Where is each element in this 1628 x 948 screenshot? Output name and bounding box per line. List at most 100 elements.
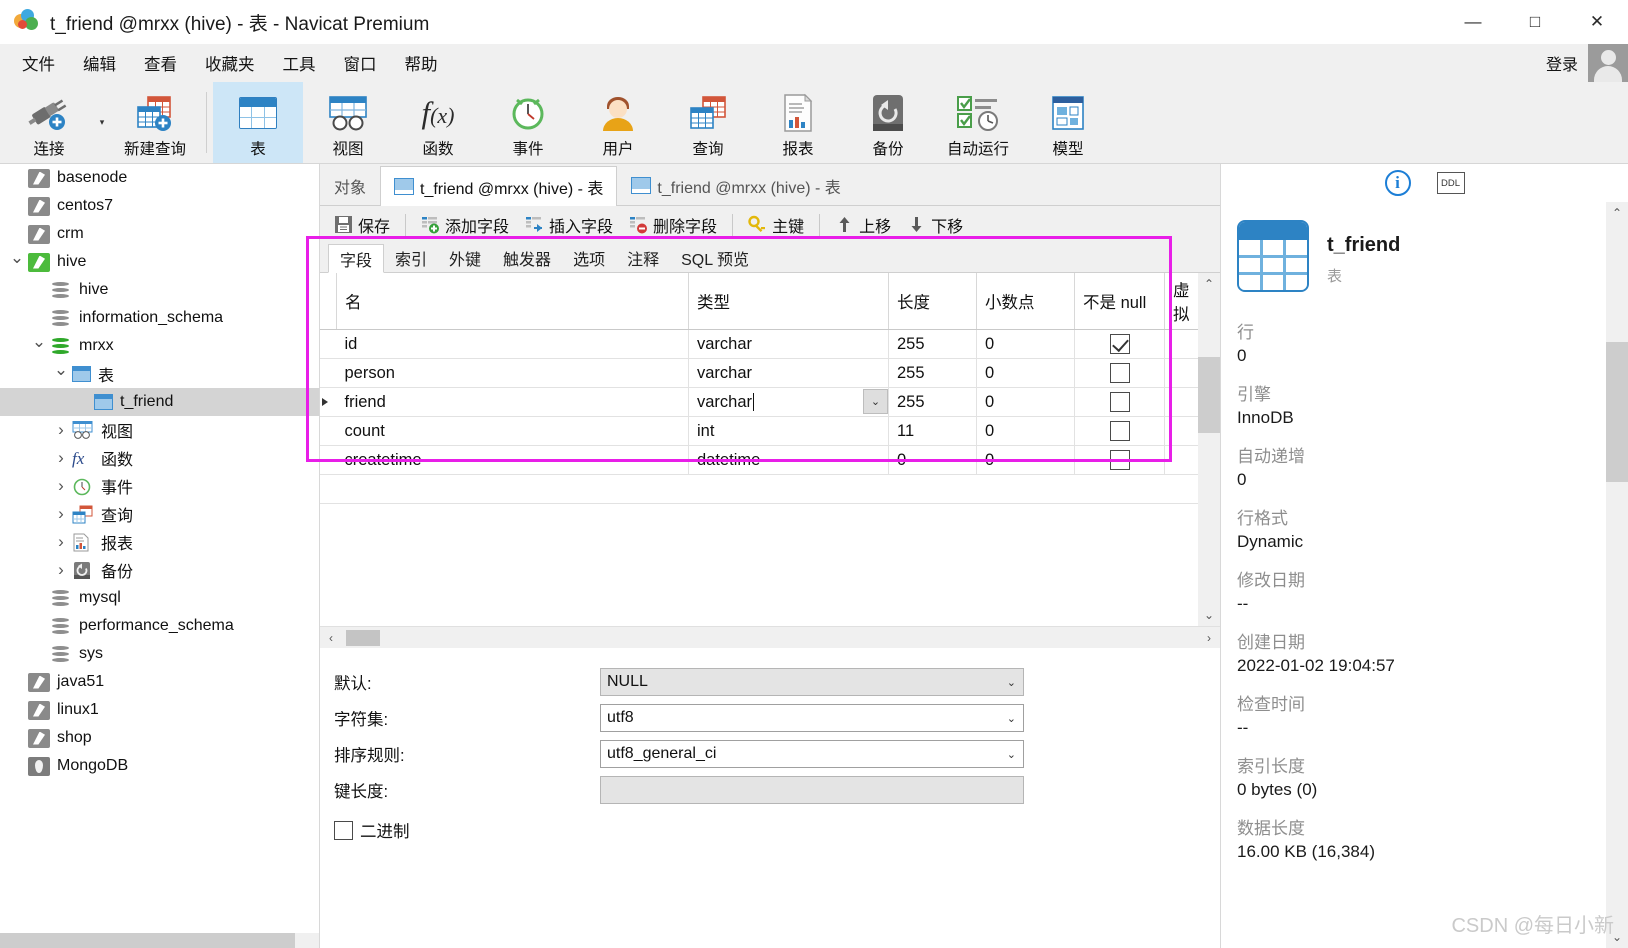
menu-favorites[interactable]: 收藏夹 bbox=[191, 46, 269, 80]
delete-field-button[interactable]: 删除字段 bbox=[621, 210, 725, 240]
designer-subtab-3[interactable]: 触发器 bbox=[492, 243, 562, 272]
tree-item-linux1-19[interactable]: linux1 bbox=[0, 696, 319, 724]
cell-field-type[interactable]: int bbox=[688, 416, 889, 446]
menu-tools[interactable]: 工具 bbox=[269, 46, 330, 80]
notnull-checkbox[interactable] bbox=[1109, 421, 1130, 441]
tab-objects[interactable]: 对象 bbox=[320, 165, 380, 205]
info-panel-scrollbar[interactable]: ⌃ ⌄ bbox=[1606, 202, 1628, 948]
tree-item--13[interactable]: 报表 bbox=[0, 528, 319, 556]
login-label[interactable]: 登录 bbox=[1546, 51, 1578, 75]
ribbon-model[interactable]: 模型 bbox=[1023, 82, 1113, 163]
notnull-checkbox[interactable] bbox=[1109, 392, 1130, 412]
designer-subtab-1[interactable]: 索引 bbox=[384, 243, 438, 272]
property-field-2[interactable]: utf8_general_ci ⌄ bbox=[600, 740, 1024, 768]
tree-twisty-closed-icon[interactable] bbox=[50, 532, 72, 552]
table-row[interactable]: friend varchar ⌄ 255 0 bbox=[320, 387, 1199, 417]
tree-item--9[interactable]: 视图 bbox=[0, 416, 319, 444]
tree-twisty-open-icon[interactable] bbox=[6, 252, 28, 272]
cell-field-type[interactable]: varchar bbox=[688, 358, 889, 388]
cell-field-notnull[interactable] bbox=[1074, 416, 1165, 446]
info-scroll-up-icon[interactable]: ⌃ bbox=[1606, 202, 1628, 224]
cell-field-name[interactable]: id bbox=[336, 329, 689, 359]
col-header-name[interactable]: 名 bbox=[336, 273, 689, 330]
col-header-notnull[interactable]: 不是 null bbox=[1074, 273, 1165, 330]
sidebar-scroll-thumb[interactable] bbox=[0, 933, 295, 948]
cell-field-name[interactable]: friend bbox=[336, 387, 689, 417]
tab-table-data[interactable]: t_friend @mrxx (hive) - 表 bbox=[617, 165, 854, 205]
cell-field-name[interactable]: count bbox=[336, 416, 689, 446]
cell-field-name[interactable]: createtime bbox=[336, 445, 689, 475]
scroll-down-icon[interactable]: ⌄ bbox=[1198, 604, 1220, 626]
ribbon-automation[interactable]: 自动运行 bbox=[933, 82, 1023, 163]
cell-field-virtual[interactable] bbox=[1164, 445, 1199, 475]
tree-twisty-closed-icon[interactable] bbox=[50, 448, 72, 468]
cell-field-length[interactable]: 255 bbox=[888, 329, 977, 359]
move-down-button[interactable]: 下移 bbox=[899, 210, 971, 240]
add-field-button[interactable]: 添加字段 bbox=[413, 210, 517, 240]
cell-field-virtual[interactable] bbox=[1164, 416, 1199, 446]
cell-field-decimals[interactable]: 0 bbox=[976, 358, 1075, 388]
cell-field-decimals[interactable]: 0 bbox=[976, 416, 1075, 446]
tab-table-designer[interactable]: t_friend @mrxx (hive) - 表 bbox=[380, 166, 618, 206]
property-field-3[interactable] bbox=[600, 776, 1024, 804]
chevron-down-icon[interactable]: ⌄ bbox=[1007, 676, 1016, 689]
chevron-down-icon[interactable]: ⌄ bbox=[1007, 712, 1016, 725]
col-header-type[interactable]: 类型 bbox=[688, 273, 889, 330]
tree-item--11[interactable]: 事件 bbox=[0, 472, 319, 500]
ribbon-new-query[interactable]: 新建查询 bbox=[110, 82, 200, 163]
tree-item-java51-18[interactable]: java51 bbox=[0, 668, 319, 696]
insert-field-button[interactable]: 插入字段 bbox=[517, 210, 621, 240]
col-header-virtual[interactable]: 虚拟 bbox=[1164, 273, 1199, 330]
tree-twisty-open-icon[interactable] bbox=[50, 364, 72, 384]
menu-edit[interactable]: 编辑 bbox=[69, 46, 130, 80]
save-button[interactable]: 保存 bbox=[326, 210, 398, 240]
tree-twisty-closed-icon[interactable] bbox=[50, 504, 72, 524]
primary-key-button[interactable]: 主键 bbox=[740, 210, 812, 240]
cell-field-notnull[interactable] bbox=[1074, 358, 1165, 388]
ribbon-view[interactable]: 视图 bbox=[303, 82, 393, 163]
tree-twisty-open-icon[interactable] bbox=[28, 336, 50, 356]
object-tree[interactable]: basenode centos7 crm hive hive information_sc… bbox=[0, 164, 319, 780]
cell-field-name[interactable]: person bbox=[336, 358, 689, 388]
designer-subtab-6[interactable]: SQL 预览 bbox=[670, 243, 760, 272]
designer-subtab-5[interactable]: 注释 bbox=[616, 243, 670, 272]
tree-twisty-closed-icon[interactable] bbox=[50, 476, 72, 496]
ribbon-user[interactable]: 用户 bbox=[573, 82, 663, 163]
object-tree-sidebar[interactable]: basenode centos7 crm hive hive information_sc… bbox=[0, 164, 320, 948]
avatar[interactable] bbox=[1588, 44, 1628, 82]
grid-vertical-scrollbar[interactable]: ⌃ ⌄ bbox=[1198, 273, 1220, 626]
chevron-down-icon[interactable]: ⌄ bbox=[1007, 748, 1016, 761]
table-row[interactable]: person varchar 255 0 bbox=[320, 358, 1199, 388]
ribbon-backup[interactable]: 备份 bbox=[843, 82, 933, 163]
menu-window[interactable]: 窗口 bbox=[330, 46, 391, 80]
connection-dropdown-caret-icon[interactable]: ▾ bbox=[94, 82, 110, 163]
tree-item--7[interactable]: 表 bbox=[0, 360, 319, 388]
move-up-button[interactable]: 上移 bbox=[827, 210, 899, 240]
tree-item-information_schema-5[interactable]: information_schema bbox=[0, 304, 319, 332]
tree-item--14[interactable]: 备份 bbox=[0, 556, 319, 584]
minimize-button[interactable]: — bbox=[1442, 0, 1504, 44]
tree-item-sys-17[interactable]: sys bbox=[0, 640, 319, 668]
type-dropdown-icon[interactable]: ⌄ bbox=[863, 389, 888, 414]
grid-horizontal-scrollbar[interactable]: ‹ › bbox=[320, 626, 1220, 648]
tree-item-MongoDB-21[interactable]: MongoDB bbox=[0, 752, 319, 780]
col-header-decimals[interactable]: 小数点 bbox=[976, 273, 1075, 330]
grid-hscroll-thumb[interactable] bbox=[346, 630, 380, 646]
cell-field-length[interactable]: 0 bbox=[888, 445, 977, 475]
fields-grid[interactable]: 名 类型 长度 小数点 不是 null 虚拟 id varchar 255 0 pers… bbox=[320, 273, 1199, 504]
maximize-button[interactable]: □ bbox=[1504, 0, 1566, 44]
property-field-0[interactable]: NULL ⌄ bbox=[600, 668, 1024, 696]
tree-item-basenode-0[interactable]: basenode bbox=[0, 164, 319, 192]
cell-field-notnull[interactable] bbox=[1074, 329, 1165, 359]
tree-item-t_friend-8[interactable]: t_friend bbox=[0, 388, 319, 416]
tree-twisty-closed-icon[interactable] bbox=[50, 420, 72, 440]
table-row[interactable]: count int 11 0 bbox=[320, 416, 1199, 446]
cell-field-virtual[interactable] bbox=[1164, 358, 1199, 388]
ribbon-report[interactable]: 报表 bbox=[753, 82, 843, 163]
ribbon-function[interactable]: f(x) 函数 bbox=[393, 82, 483, 163]
info-scroll-thumb[interactable] bbox=[1606, 342, 1628, 482]
cell-field-decimals[interactable]: 0 bbox=[976, 329, 1075, 359]
ribbon-table[interactable]: 表 bbox=[213, 82, 303, 163]
cell-field-virtual[interactable] bbox=[1164, 329, 1199, 359]
ddl-icon[interactable]: DDL bbox=[1436, 172, 1465, 194]
